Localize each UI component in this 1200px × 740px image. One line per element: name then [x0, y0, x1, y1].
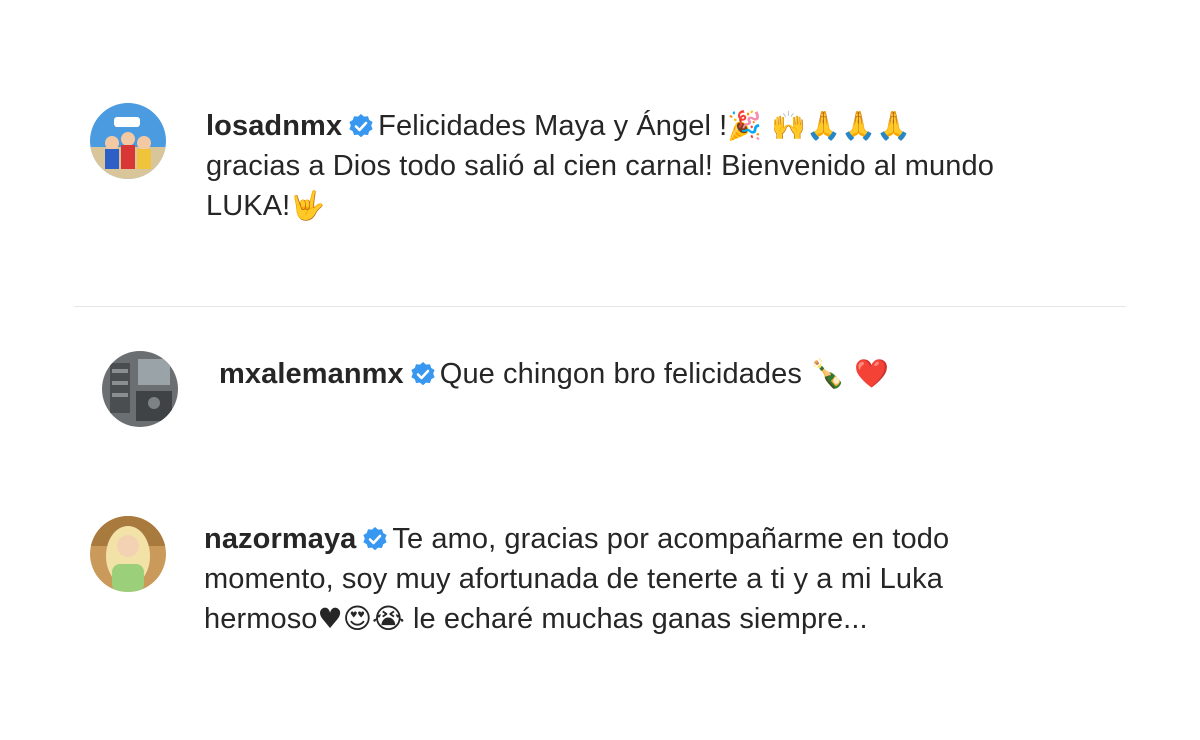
comment-line: gracias a Dios todo salió al cien carnal… [206, 150, 994, 182]
comment-line: Felicidades Maya y Ángel ! [378, 110, 728, 142]
emoji-group: 🍾 ❤️ [810, 357, 890, 390]
username-link[interactable]: losadnmx [206, 110, 342, 142]
comment-line: hermoso [204, 603, 318, 635]
comment-text: losadnmx Felicidades Maya y Ángel !🎉 🙌🙏🙏🙏… [206, 106, 1106, 226]
comment-text: nazormaya Te amo, gracias por acompañarme… [204, 519, 1104, 639]
tv-show-cast-avatar-icon [90, 103, 166, 179]
emoji-group: ♥😍😭 [317, 602, 405, 635]
comment-text: mxalemanmx Que chingon bro felicidades 🍾 … [219, 354, 1099, 394]
comment-line: momento, soy muy afortunada de tenerte a… [204, 563, 943, 595]
avatar[interactable] [102, 351, 178, 427]
comment-line: LUKA! [206, 190, 291, 222]
room-avatar-icon [102, 351, 178, 427]
emoji-group: 🎉 🙌🙏🙏🙏 [727, 109, 912, 142]
username-link[interactable]: mxalemanmx [219, 358, 404, 390]
verified-badge-icon [349, 114, 373, 138]
avatar[interactable] [90, 103, 166, 179]
verified-badge-icon [363, 527, 388, 551]
comment-line: Te amo, gracias por acompañarme en todo [392, 523, 950, 555]
avatar[interactable] [90, 516, 166, 592]
emoji-group: 🤟 [290, 189, 326, 222]
username-link[interactable]: nazormaya [204, 523, 356, 555]
comment-line: Que chingon bro felicidades [439, 358, 811, 390]
woman-avatar-icon [90, 516, 166, 592]
comment-line: le echaré muchas ganas siempre... [404, 603, 868, 635]
divider [74, 306, 1126, 307]
verified-badge-icon [411, 362, 435, 386]
